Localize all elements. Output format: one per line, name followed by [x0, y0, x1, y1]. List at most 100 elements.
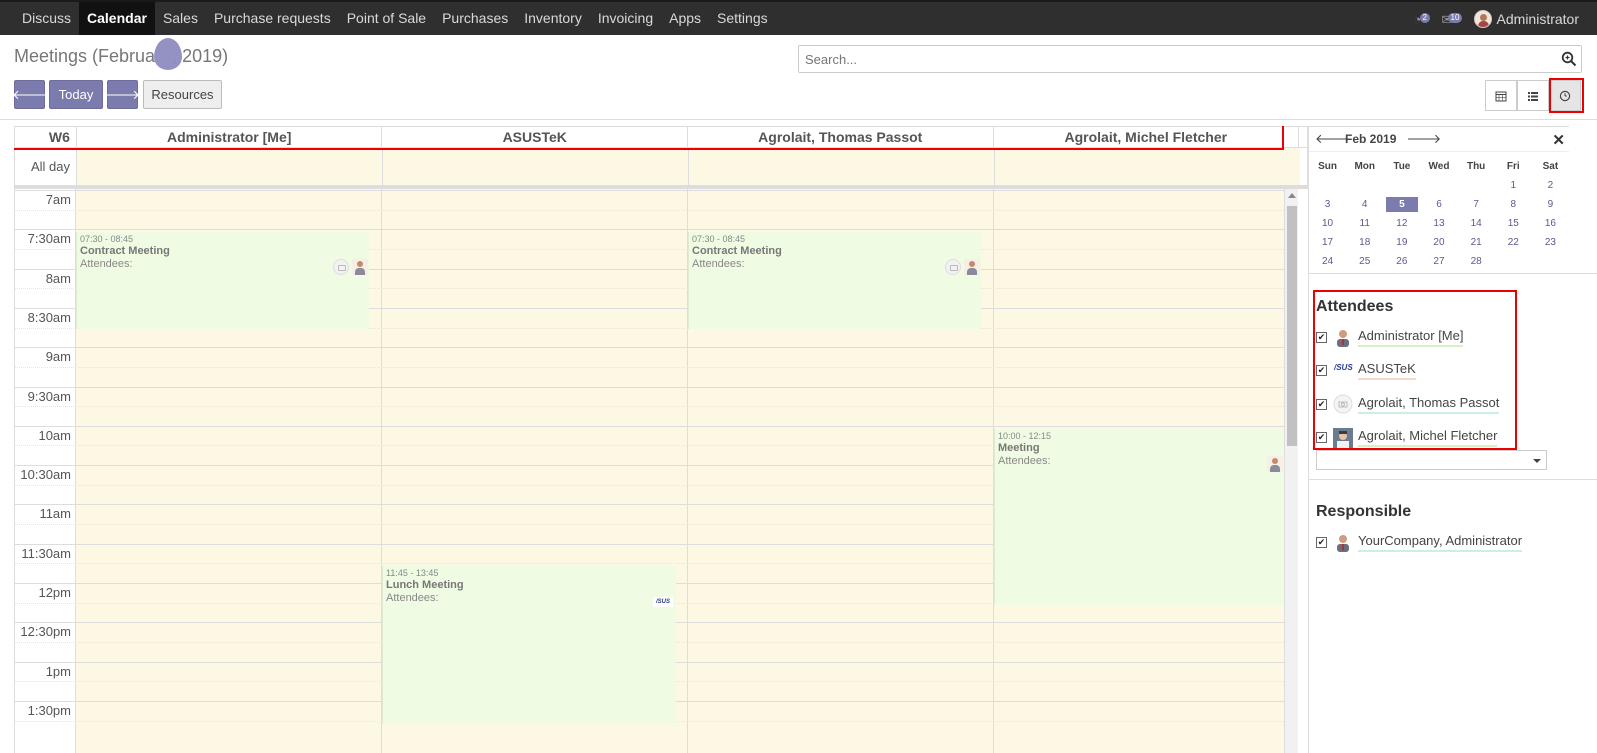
responsible-filter-title: Responsible	[1316, 503, 1412, 520]
messages-icon[interactable]: ✉ 10	[1442, 12, 1464, 27]
checkbox[interactable]: ✔	[1316, 365, 1327, 376]
half-slot-row[interactable]	[14, 209, 1294, 230]
day-cell[interactable]: 27	[1420, 252, 1457, 271]
time-slot-label: 7:30am	[27, 231, 71, 247]
day-cell[interactable]: 21	[1458, 233, 1495, 252]
day-cell[interactable]: 4	[1346, 195, 1383, 214]
day-cell[interactable]: 15	[1495, 214, 1532, 233]
day-number: 13	[1433, 218, 1445, 229]
event-contract-meeting-admin[interactable]: 07:30 - 08:45 Contract Meeting Attendees…	[76, 232, 369, 329]
day-number: 2	[1547, 180, 1554, 191]
weekday-label: Fri	[1506, 160, 1520, 172]
day-cell[interactable]: 22	[1495, 233, 1532, 252]
list-view-button[interactable]	[1517, 80, 1549, 111]
day-cell[interactable]: 26	[1383, 252, 1420, 271]
day-number: 19	[1396, 237, 1408, 248]
event-lunch-meeting-asustek[interactable]: 11:45 - 13:45 Lunch Meeting Attendees: /…	[382, 566, 676, 724]
checkbox[interactable]: ✔	[1316, 536, 1327, 548]
attendees-filter-item[interactable]: ✔ Administrator [Me]	[1316, 324, 1464, 350]
search-input[interactable]	[799, 46, 1539, 72]
search-icon[interactable]	[1561, 51, 1577, 67]
arrow-right-icon[interactable]: 🡒	[1406, 131, 1441, 147]
day-cell[interactable]: 11	[1346, 214, 1383, 233]
half-slot-row[interactable]	[14, 406, 1294, 426]
search-bar	[798, 45, 1582, 73]
checkbox[interactable]: ✔	[1316, 331, 1327, 343]
all-day-cell[interactable]	[382, 148, 688, 185]
all-day-cell[interactable]	[688, 148, 994, 185]
next-button[interactable]: 🡒	[105, 80, 140, 109]
responsible-filter-item[interactable]: ✔ YourCompany, Administrator	[1316, 529, 1523, 555]
day-number: 9	[1547, 199, 1554, 210]
day-cell[interactable]: 8	[1495, 195, 1532, 214]
day-cell[interactable]: 24	[1309, 252, 1346, 271]
day-cell[interactable]: 6	[1420, 195, 1457, 214]
day-cell[interactable]: 16	[1532, 214, 1569, 233]
menu-sales[interactable]: Sales	[155, 2, 206, 35]
day-cell[interactable]: 7	[1458, 195, 1495, 214]
checkbox[interactable]: ✔	[1316, 398, 1327, 410]
day-cell[interactable]: 18	[1346, 233, 1383, 252]
arrow-left-icon[interactable]: 🡐	[1315, 131, 1350, 147]
day-cell[interactable]: 1	[1495, 176, 1532, 195]
attendee-select[interactable]	[1316, 450, 1547, 470]
menu-settings[interactable]: Settings	[709, 2, 776, 35]
day-cell[interactable]: 25	[1346, 252, 1383, 271]
day-number: 6	[1436, 199, 1442, 210]
day-cell[interactable]: 28	[1458, 252, 1495, 271]
day-cell[interactable]: 19	[1383, 233, 1420, 252]
all-day-cell[interactable]	[76, 148, 382, 185]
menu-apps[interactable]: Apps	[661, 2, 709, 35]
day-number: 1	[1510, 180, 1517, 191]
filter-name: ASUSTeK	[1358, 361, 1416, 380]
day-cell[interactable]: 23	[1532, 233, 1569, 252]
calendar-view-button[interactable]	[1485, 80, 1517, 111]
time-slot-row[interactable]	[14, 190, 1294, 210]
calendar-scrollbar[interactable]	[1284, 189, 1298, 753]
event-contract-meeting-thomas[interactable]: 07:30 - 08:45 Contract Meeting Attendees…	[688, 232, 981, 329]
previous-button[interactable]: 🡐	[12, 80, 47, 109]
calendar-header: W6 Administrator [Me] ASUSTeK Agrolait, …	[14, 126, 1308, 148]
menu-discuss[interactable]: Discuss	[14, 2, 79, 35]
scroll-up-icon[interactable]	[1288, 193, 1296, 198]
activity-icon[interactable]: ◔ 2	[1414, 12, 1432, 27]
day-cell[interactable]: 20	[1420, 233, 1457, 252]
menu-inventory[interactable]: Inventory	[516, 2, 590, 35]
timeline-view-button[interactable]	[1549, 80, 1581, 111]
day-cell[interactable]: 17	[1309, 233, 1346, 252]
time-slot-row[interactable]	[14, 347, 1294, 367]
all-day-cell[interactable]	[994, 148, 1300, 185]
time-slot-row[interactable]	[14, 386, 1294, 407]
half-slot-row[interactable]	[14, 327, 1294, 348]
resources-button[interactable]: Resources	[143, 80, 222, 109]
day-cell[interactable]: 12	[1383, 214, 1420, 233]
time-slot-label: 10:30am	[20, 467, 71, 483]
today-button[interactable]: Today	[49, 80, 103, 109]
day-cell[interactable]: 10	[1309, 214, 1346, 233]
attendees-filter-item[interactable]: ✔ /SUS ASUSTeK	[1316, 358, 1416, 384]
attendees-filter-item[interactable]: ✔ Agrolait, Michel Fletcher	[1316, 425, 1498, 451]
time-slot-label: 9:30am	[27, 388, 71, 404]
resource-calendar: W6 Administrator [Me] ASUSTeK Agrolait, …	[14, 126, 1308, 753]
day-cell[interactable]: 3	[1309, 195, 1346, 214]
checkbox[interactable]: ✔	[1316, 432, 1327, 443]
menu-purchases[interactable]: Purchases	[434, 2, 516, 35]
menu-calendar[interactable]: Calendar	[79, 2, 155, 35]
day-cell[interactable]: 2	[1532, 176, 1569, 195]
day-cell[interactable]: 5	[1383, 195, 1420, 214]
attendees-filter-item[interactable]: ✔ Agrolait, Thomas Passot	[1316, 391, 1500, 417]
menu-purchase-requests[interactable]: Purchase requests	[206, 2, 339, 35]
event-meeting-michel[interactable]: 10:00 - 12:15 Meeting Attendees:	[994, 429, 1284, 605]
menu-invoicing[interactable]: Invoicing	[590, 2, 661, 35]
page-title-text: Meetings (Februa	[14, 46, 156, 66]
day-cell[interactable]: 9	[1532, 195, 1569, 214]
menu-point-of-sale[interactable]: Point of Sale	[339, 2, 434, 35]
event-time: 10:00 - 12:15	[998, 431, 1052, 441]
scrollbar-thumb[interactable]	[1287, 206, 1297, 446]
cursor-drop-icon	[154, 38, 182, 70]
day-cell[interactable]: 13	[1420, 214, 1457, 233]
user-menu[interactable]: Administrator	[1473, 9, 1579, 28]
half-slot-row[interactable]	[14, 366, 1294, 387]
day-cell[interactable]: 14	[1458, 214, 1495, 233]
close-icon[interactable]: ✕	[1552, 131, 1565, 149]
